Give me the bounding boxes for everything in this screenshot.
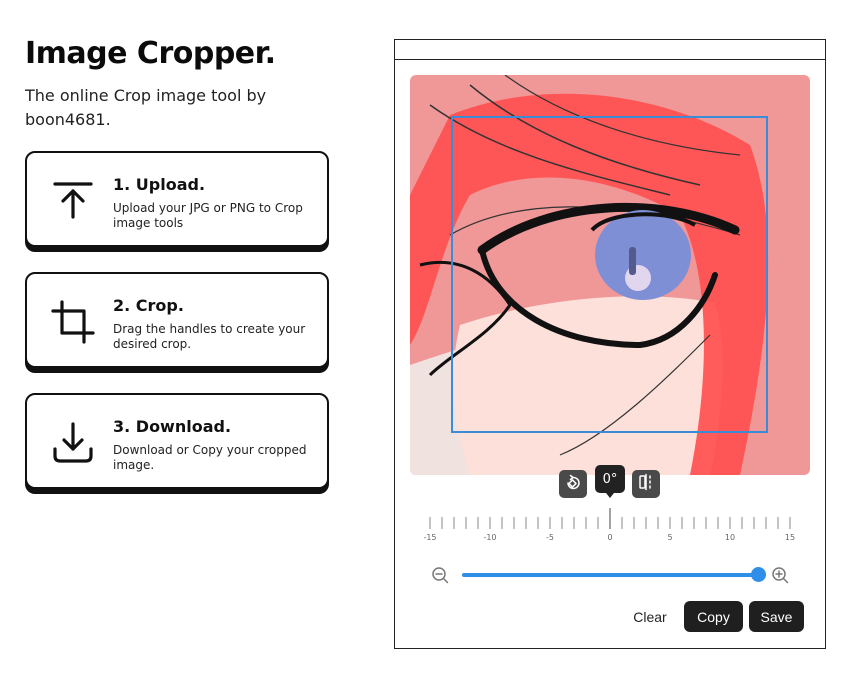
ruler-label: 0 — [607, 533, 612, 542]
flip-button[interactable] — [632, 470, 660, 498]
rotate-icon — [564, 473, 582, 495]
save-button[interactable]: Save — [749, 601, 804, 632]
step-description: Drag the handles to create your desired … — [113, 322, 306, 351]
crop-selection[interactable] — [451, 116, 768, 433]
panel-divider — [394, 59, 826, 60]
step-title: 3. Download. — [113, 417, 232, 436]
step-title: 1. Upload. — [113, 175, 206, 194]
zoom-slider-track[interactable] — [462, 573, 758, 577]
flip-icon — [637, 473, 655, 495]
zoom-out-icon[interactable] — [431, 566, 449, 584]
rotation-ruler[interactable]: -15 -10 -5 0 5 10 15 — [410, 505, 810, 545]
ruler-label: 15 — [785, 533, 795, 542]
crop-icon — [49, 298, 97, 346]
rotation-angle-label: 0° — [595, 465, 625, 493]
ruler-label: -5 — [546, 533, 554, 542]
page-subtitle: The online Crop image tool by boon4681. — [25, 86, 267, 129]
rotation-angle-pointer — [606, 493, 614, 498]
ruler-label: 10 — [725, 533, 735, 542]
upload-icon — [49, 177, 97, 225]
zoom-in-icon[interactable] — [771, 566, 789, 584]
rotate-button[interactable] — [559, 470, 587, 498]
zoom-slider-handle[interactable] — [751, 567, 766, 582]
step-description: Upload your JPG or PNG to Crop image too… — [113, 201, 303, 230]
ruler-label: -10 — [483, 533, 496, 542]
ruler-label: -15 — [423, 533, 436, 542]
clear-button[interactable]: Clear — [625, 603, 675, 631]
copy-button[interactable]: Copy — [684, 601, 743, 632]
ruler-label: 5 — [667, 533, 672, 542]
step-crop-card[interactable]: 2. Crop. Drag the handles to create your… — [25, 272, 329, 368]
step-description: Download or Copy your cropped image. — [113, 443, 307, 472]
step-title: 2. Crop. — [113, 296, 184, 315]
page-title: Image Cropper. — [25, 36, 276, 71]
download-icon — [49, 419, 97, 467]
step-upload-card[interactable]: 1. Upload. Upload your JPG or PNG to Cro… — [25, 151, 329, 247]
step-download-card[interactable]: 3. Download. Download or Copy your cropp… — [25, 393, 329, 489]
